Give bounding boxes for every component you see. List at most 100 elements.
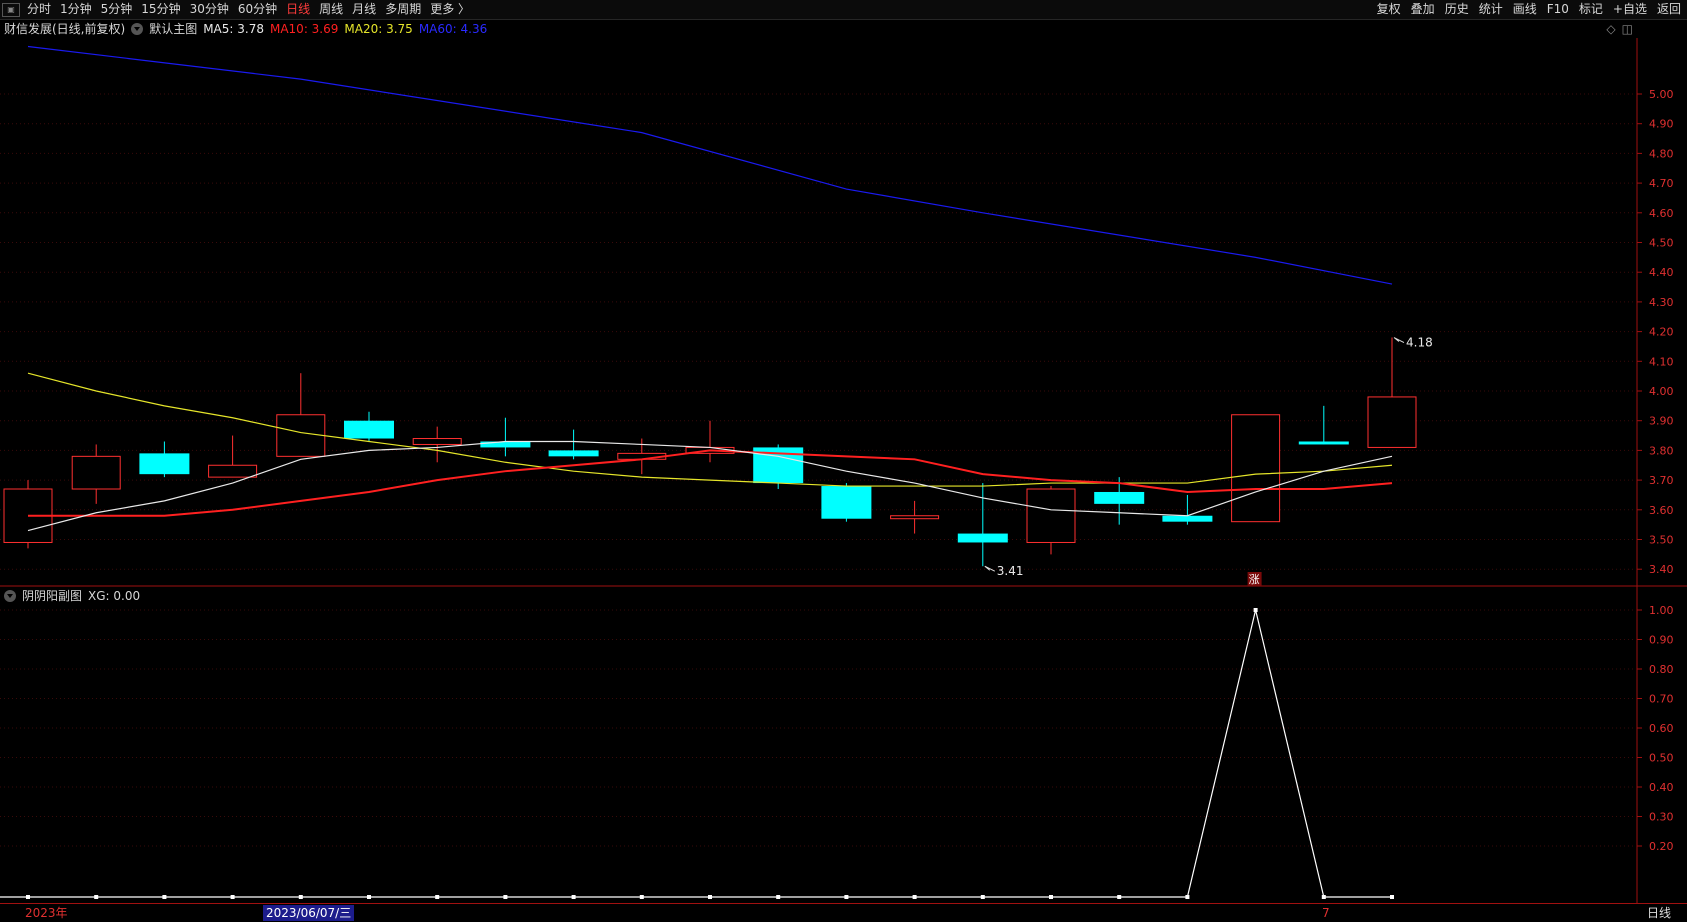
xg-point — [26, 895, 30, 899]
tab-5min[interactable]: 5分钟 — [101, 0, 133, 19]
candle — [139, 441, 190, 478]
xg-point — [844, 895, 849, 899]
tab-30min[interactable]: 30分钟 — [190, 0, 229, 19]
toolbar-actions: 复权 叠加 历史 统计 画线 F10 标记 +自选 返回 — [1377, 0, 1681, 19]
xg-point — [1321, 895, 1326, 899]
xg-point — [298, 895, 303, 899]
candle — [548, 429, 599, 460]
draw-button[interactable]: 画线 — [1513, 0, 1537, 19]
sub-tick-label: 0.90 — [1649, 634, 1674, 647]
adjust-button[interactable]: 复权 — [1377, 0, 1401, 19]
tab-weekly[interactable]: 周线 — [319, 0, 343, 19]
main-price-axis: 5.00 4.90 4.80 4.70 4.60 4.50 4.40 4.30 4.20 4.10… — [1637, 88, 1674, 576]
candle — [71, 444, 121, 504]
price-tick-label: 5.00 — [1649, 88, 1674, 101]
xg-line — [0, 609, 1392, 898]
candle-body-up — [1367, 396, 1417, 448]
tab-daily[interactable]: 日线 — [286, 0, 310, 19]
add-watchlist-button[interactable]: +自选 — [1613, 0, 1647, 19]
history-button[interactable]: 历史 — [1445, 0, 1469, 19]
tab-intraday[interactable]: 分时 — [27, 0, 51, 19]
candle — [957, 483, 1008, 567]
price-tick-label: 3.50 — [1649, 534, 1674, 547]
tab-multi-period[interactable]: 多周期 — [385, 0, 421, 19]
xg-line-layer — [0, 608, 1394, 899]
header-right-icons: ◇ ◫ — [1606, 22, 1633, 36]
tab-monthly[interactable]: 月线 — [352, 0, 376, 19]
price-tick-label: 3.70 — [1649, 474, 1674, 487]
candle-body-up — [208, 464, 258, 478]
candle-body-down — [821, 486, 872, 519]
candle-body-up — [276, 414, 326, 457]
app-menu-icon[interactable]: ▣ — [2, 3, 20, 17]
tab-15min[interactable]: 15分钟 — [141, 0, 180, 19]
candle-body-up — [1231, 414, 1281, 523]
candle — [3, 480, 53, 549]
xg-point — [912, 895, 917, 899]
main-grid — [0, 93, 1635, 570]
price-tick-label: 4.00 — [1649, 385, 1674, 398]
sub-tick-label: 0.20 — [1649, 840, 1674, 853]
candle — [685, 420, 735, 463]
candle-body-up — [71, 455, 121, 490]
tab-60min[interactable]: 60分钟 — [238, 0, 277, 19]
candle — [208, 435, 258, 478]
main-chart-header: 财信发展(日线,前复权) 默认主图 MA5: 3.78 MA10: 3.69 M… — [0, 21, 487, 38]
statistics-button[interactable]: 统计 — [1479, 0, 1503, 19]
price-tick-label: 4.30 — [1649, 296, 1674, 309]
sub-tick-label: 0.50 — [1649, 752, 1674, 765]
candle-body-down — [139, 453, 190, 475]
period-label[interactable]: 日线 — [1647, 904, 1671, 922]
xg-point — [571, 895, 576, 899]
main-indicator-name[interactable]: 默认主图 — [149, 21, 197, 38]
top-toolbar: ▣ 分时 1分钟 5分钟 15分钟 30分钟 60分钟 日线 周线 月线 多周期… — [0, 0, 1687, 20]
xg-point — [1185, 895, 1190, 899]
annotation-arrow — [984, 565, 996, 572]
panel-toggle-icon[interactable]: ◫ — [1622, 22, 1633, 36]
candle-body-down — [1094, 491, 1145, 504]
price-tick-label: 4.20 — [1649, 326, 1674, 339]
candle-body-down — [1298, 441, 1349, 445]
candle-body-down — [480, 441, 531, 448]
candle — [890, 500, 940, 534]
sub-tick-label: 1.00 — [1649, 604, 1674, 617]
candle-body-up — [412, 438, 462, 445]
xg-point — [94, 895, 99, 899]
sub-tick-label: 0.30 — [1649, 811, 1674, 824]
candle — [1231, 414, 1281, 523]
overlay-button[interactable]: 叠加 — [1411, 0, 1435, 19]
chart-area[interactable]: 4.18 3.41 涨 5.00 4.90 4.80 4.70 4.60 4.50 4.40 4.… — [0, 38, 1687, 903]
xg-point — [1253, 608, 1258, 612]
period-tabs: 分时 1分钟 5分钟 15分钟 30分钟 60分钟 日线 周线 月线 多周期 更… — [27, 0, 470, 19]
f10-button[interactable]: F10 — [1547, 0, 1569, 19]
xg-point — [1117, 895, 1122, 899]
xg-point — [708, 895, 712, 899]
ma10-value: MA10: 3.69 — [269, 22, 339, 36]
candle — [821, 483, 872, 522]
back-button[interactable]: 返回 — [1657, 0, 1681, 19]
diamond-icon[interactable]: ◇ — [1606, 22, 1615, 36]
cursor-date-label: 2023/06/07/三 — [263, 905, 355, 921]
price-tick-label: 4.70 — [1649, 177, 1674, 190]
xg-point — [1390, 895, 1394, 899]
price-tick-label: 4.50 — [1649, 237, 1674, 250]
xg-point — [435, 895, 440, 899]
candle — [344, 411, 394, 442]
indicator-dropdown-icon[interactable] — [131, 23, 144, 35]
mark-button[interactable]: 标记 — [1579, 0, 1603, 19]
candle-body-down — [344, 420, 394, 439]
sub-tick-label: 0.60 — [1649, 722, 1674, 735]
sub-tick-label: 0.40 — [1649, 781, 1674, 794]
ma20-value: MA20: 3.75 — [344, 22, 413, 36]
xg-point — [639, 895, 644, 899]
stock-title: 财信发展(日线,前复权) — [4, 22, 126, 36]
ma60-line — [27, 45, 1393, 285]
tab-more[interactable]: 更多 〉 — [430, 0, 470, 19]
tab-1min[interactable]: 1分钟 — [60, 0, 92, 19]
candle-body-up — [890, 515, 940, 520]
date-axis-bar: 2023年 2023/06/07/三 7 日线 — [0, 903, 1687, 922]
candle — [1367, 337, 1417, 448]
xg-point — [162, 895, 167, 899]
candle — [412, 426, 462, 463]
annotation-arrow — [1393, 337, 1405, 343]
